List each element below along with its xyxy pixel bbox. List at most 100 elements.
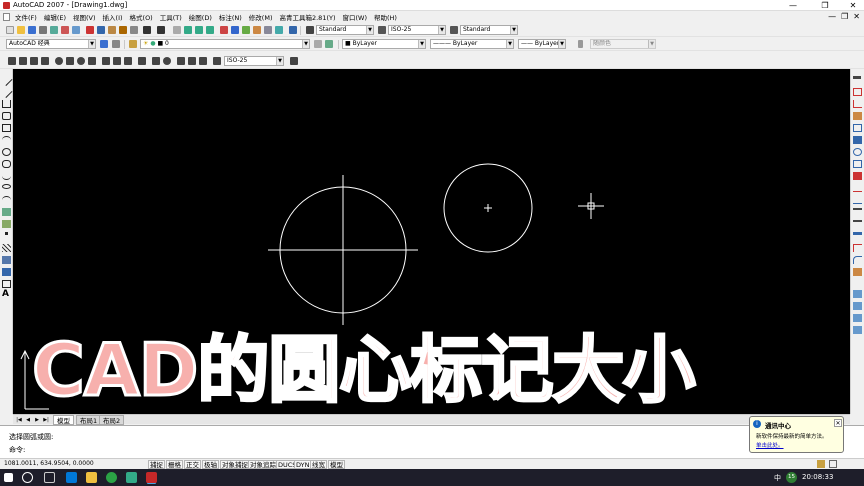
paste-icon[interactable] [108,26,116,34]
balloon-link[interactable]: 单击此处。 [756,441,784,449]
workspace-settings-icon[interactable] [112,40,120,48]
dim-edit-icon[interactable] [177,57,185,65]
tool-palettes-icon[interactable] [242,26,250,34]
fillet-icon[interactable] [853,256,862,264]
polygon-icon[interactable] [2,112,11,120]
qnew-icon[interactable] [6,26,14,34]
help-icon[interactable] [289,26,297,34]
chamfer-icon[interactable] [853,244,862,252]
doc-minimize-button[interactable]: — [828,12,836,21]
arc-length-icon[interactable] [30,57,38,65]
erase-icon[interactable] [853,76,861,79]
tab-layout1[interactable]: 布局1 [76,415,102,425]
save-icon[interactable] [28,26,36,34]
diameter-dim-icon[interactable] [77,57,85,65]
stretch-icon[interactable] [853,172,862,180]
move-icon[interactable] [853,136,862,144]
edge-icon[interactable] [66,472,77,483]
menu-format[interactable]: 格式(O) [130,12,153,22]
ellipse-arc-icon[interactable] [2,196,11,204]
continue-dim-icon[interactable] [124,57,132,65]
array-icon[interactable] [853,124,862,132]
join-icon[interactable] [853,232,862,235]
menu-toolbox[interactable]: 高青工具箱2.81(Y) [279,12,335,22]
draworder-front-icon[interactable] [853,290,862,298]
menu-help[interactable]: 帮助(H) [374,12,397,22]
make-current-layer-icon[interactable] [314,40,322,48]
3d-dwf-icon[interactable] [72,26,80,34]
tab-layout2[interactable]: 布局2 [99,415,125,425]
model-toggle[interactable]: 模型 [328,460,345,469]
app-green-icon[interactable] [106,472,117,483]
large-circle[interactable] [268,175,418,325]
dyn-toggle[interactable]: DYN [294,460,312,469]
text-style-select[interactable]: Standard ▼ [316,25,374,35]
mirror-icon[interactable] [853,100,862,108]
dim-text-edit-icon[interactable] [188,57,196,65]
lock-icon[interactable] [829,460,837,468]
document-icon[interactable] [3,13,10,21]
hatch-icon[interactable] [2,244,11,252]
markup-icon[interactable] [264,26,272,34]
ellipse-icon[interactable] [2,184,11,189]
command-window[interactable]: 选择圆弧或圆: 命令: [0,425,864,458]
angular-dim-icon[interactable] [88,57,96,65]
task-view-icon[interactable] [44,472,55,483]
multiline-text-icon[interactable]: A [2,290,11,299]
sheet-set-icon[interactable] [253,26,261,34]
last-tab-icon[interactable]: ▶| [42,416,50,424]
copy-object-icon[interactable] [853,88,862,96]
command-prompt[interactable]: 命令: [9,445,25,455]
doc-restore-button[interactable]: ❐ [841,12,848,21]
publish-icon[interactable] [61,26,69,34]
dim-style-select-2[interactable]: ISO-25 ▼ [224,56,284,66]
otrack-toggle[interactable]: 对象追踪 [248,460,278,469]
zoom-realtime-icon[interactable] [184,26,192,34]
cut-icon[interactable] [86,26,94,34]
make-block-icon[interactable] [2,220,11,228]
menu-modify[interactable]: 修改(M) [249,12,273,22]
spline-icon[interactable] [2,172,11,180]
layer-select[interactable]: ☀ ● ■ 0 ▼ [140,39,310,49]
match-properties-icon[interactable] [119,26,127,34]
restore-button[interactable]: ❐ [814,0,836,11]
draworder-under-icon[interactable] [853,326,862,334]
circle-icon[interactable] [2,148,11,156]
properties-icon[interactable] [220,26,228,34]
first-tab-icon[interactable]: |◀ [15,416,23,424]
tolerance-icon[interactable] [152,57,160,65]
search-icon[interactable] [22,472,33,483]
next-tab-icon[interactable]: ▶ [33,416,41,424]
lineweight-toggle[interactable]: 线宽 [310,460,327,469]
open-icon[interactable] [17,26,25,34]
linear-dim-icon[interactable] [8,57,16,65]
polar-toggle[interactable]: 极轴 [202,460,219,469]
menu-insert[interactable]: 插入(I) [103,12,123,22]
rotate-icon[interactable] [853,148,862,156]
doc-close-button[interactable]: ✕ [853,12,860,21]
construction-line-icon[interactable] [0,85,13,99]
close-button[interactable]: ✕ [842,0,864,11]
center-mark-icon[interactable] [163,57,171,65]
block-editor-icon[interactable] [130,26,138,34]
copy-icon[interactable] [97,26,105,34]
break-at-point-icon[interactable] [853,208,862,210]
ordinate-dim-icon[interactable] [41,57,49,65]
ime-indicator[interactable]: 中 [774,473,781,483]
comm-center-tray-icon[interactable] [817,460,825,468]
minimize-button[interactable]: — [782,0,804,11]
gradient-icon[interactable] [2,256,11,264]
scale-icon[interactable] [853,160,862,168]
pan-icon[interactable] [173,26,181,34]
table-icon[interactable] [2,280,11,288]
linetype-select[interactable]: ——— ByLayer ▼ [430,39,514,49]
zoom-window-icon[interactable] [195,26,203,34]
plot-preview-icon[interactable] [50,26,58,34]
dim-style-icon-2[interactable] [290,57,298,65]
grid-toggle[interactable]: 栅格 [166,460,183,469]
file-explorer-icon[interactable] [86,472,97,483]
balloon-close-button[interactable]: ✕ [834,419,842,427]
insert-block-icon[interactable] [2,208,11,216]
menu-window[interactable]: 窗口(W) [343,12,368,22]
snap-toggle[interactable]: 捕捉 [148,460,165,469]
